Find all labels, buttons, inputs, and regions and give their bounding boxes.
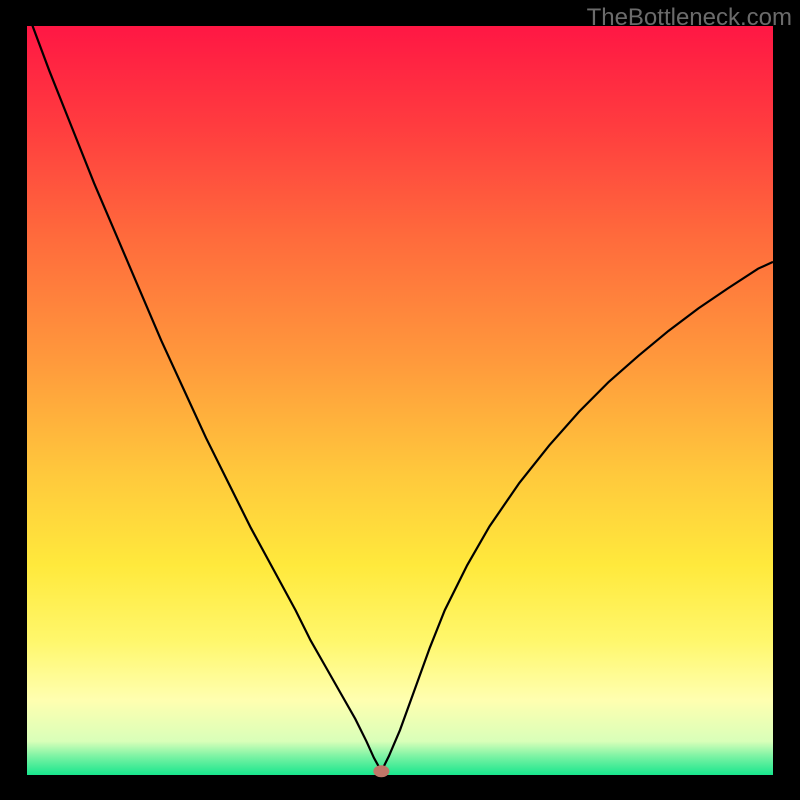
chart-svg bbox=[0, 0, 800, 800]
plot-area bbox=[27, 26, 773, 775]
watermark-text: TheBottleneck.com bbox=[587, 4, 792, 32]
bottleneck-chart: TheBottleneck.com bbox=[0, 0, 800, 800]
marker-dot bbox=[373, 765, 389, 777]
